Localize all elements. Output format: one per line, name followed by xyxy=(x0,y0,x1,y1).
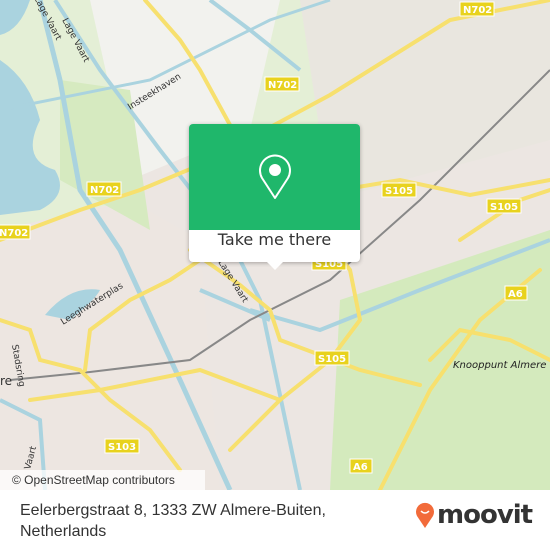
road-shield-n702: N702 xyxy=(264,76,300,92)
road-shield-s105: S105 xyxy=(486,198,522,214)
svg-text:N702: N702 xyxy=(463,5,492,16)
road-shield-n702: N702 xyxy=(459,1,495,17)
label-leeghwaterplas: Leeghwaterplas xyxy=(59,281,125,327)
svg-text:S105: S105 xyxy=(385,186,413,197)
road-shield-s105: S105 xyxy=(381,182,417,198)
road-shield-a6: A6 xyxy=(349,458,373,474)
svg-text:S105: S105 xyxy=(318,354,346,365)
moovit-pin-icon xyxy=(416,502,434,528)
address-line-2: Netherlands xyxy=(20,523,107,540)
svg-text:N702: N702 xyxy=(90,185,119,196)
svg-text:A6: A6 xyxy=(508,289,523,300)
take-me-there-button[interactable]: Take me there xyxy=(189,230,360,262)
popup-pointer xyxy=(267,262,283,270)
svg-text:S105: S105 xyxy=(490,202,518,213)
label-almere: re xyxy=(0,374,12,388)
popup-header xyxy=(189,124,360,230)
map-pin-icon xyxy=(259,154,291,199)
svg-text:A6: A6 xyxy=(353,462,368,473)
svg-text:S103: S103 xyxy=(108,442,136,453)
road-shield-n702: N702 xyxy=(86,181,122,197)
svg-text:N702: N702 xyxy=(0,228,28,239)
label-lage-vaart: Lage Vaart xyxy=(59,17,91,65)
label-knooppunt-almere: Knooppunt Almere xyxy=(453,360,546,371)
label-lage-vaart: Lage Vaart xyxy=(215,258,249,305)
road-shield-n702: N702 xyxy=(0,224,31,240)
moovit-logo-text: moovit xyxy=(437,500,533,530)
label-insteekhaven: Insteekhaven xyxy=(126,72,183,113)
svg-text:N702: N702 xyxy=(268,80,297,91)
road-shield-s103: S103 xyxy=(104,438,140,454)
moovit-logo[interactable]: moovit xyxy=(415,500,533,530)
location-popup: Take me there xyxy=(189,124,360,270)
label-lage-vaart: Lage Vaart xyxy=(31,0,63,43)
label-vaart: Vaart xyxy=(23,445,39,471)
address: Eelerbergstraat 8, 1333 ZW Almere-Buiten… xyxy=(20,500,326,542)
map-attribution[interactable]: © OpenStreetMap contributors xyxy=(0,470,205,490)
road-shield-a6: A6 xyxy=(504,285,528,301)
road-shield-s105: S105 xyxy=(314,350,350,366)
address-line-1: Eelerbergstraat 8, 1333 ZW Almere-Buiten… xyxy=(20,502,326,519)
